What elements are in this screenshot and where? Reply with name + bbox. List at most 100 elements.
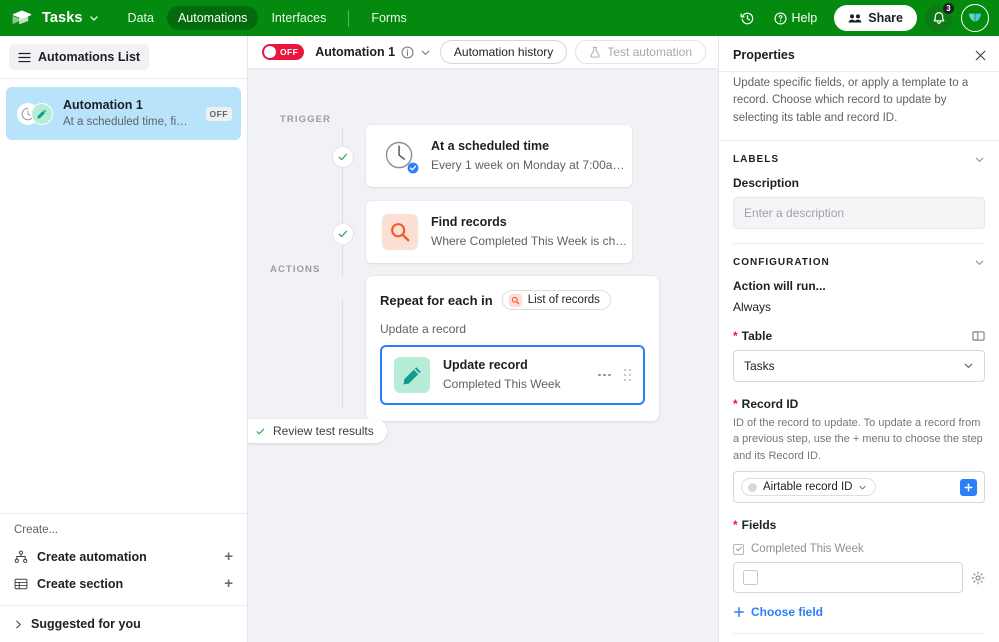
action-title: Find records xyxy=(431,215,507,230)
plus-icon xyxy=(733,606,745,618)
update-record-card-actions xyxy=(598,368,631,382)
properties-panel: Properties Update specific fields, or ap… xyxy=(718,36,999,642)
gear-icon[interactable] xyxy=(971,571,985,585)
automation-step-icons xyxy=(17,102,53,125)
properties-header: Properties xyxy=(719,36,999,72)
automation-history-button[interactable]: Automation history xyxy=(439,40,568,64)
find-records-card-text: Find records Where Completed This Week i… xyxy=(431,214,631,249)
automation-toolbar: OFF Automation 1 Automation history Test… xyxy=(248,36,718,69)
action-status-icon xyxy=(332,223,354,245)
table-grid-icon xyxy=(14,577,28,591)
test-automation-button[interactable]: Test automation xyxy=(575,40,706,64)
chevron-down-icon[interactable] xyxy=(974,154,985,165)
magnifier-icon xyxy=(382,214,418,250)
tab-forms[interactable]: Forms xyxy=(360,6,417,30)
record-id-label-text: Record ID xyxy=(741,396,799,411)
automation-name[interactable]: Automation 1 xyxy=(315,45,395,59)
suggested-label: Suggested for you xyxy=(31,617,141,631)
create-automation-button[interactable]: Create automation + xyxy=(14,543,233,570)
close-icon[interactable] xyxy=(974,49,987,62)
plus-icon[interactable]: + xyxy=(224,576,233,591)
repeat-group-header: Repeat for each in List of records xyxy=(380,290,645,310)
airtable-logo-icon[interactable] xyxy=(11,7,33,29)
tab-interfaces[interactable]: Interfaces xyxy=(260,6,337,30)
hamburger-icon xyxy=(18,52,31,63)
share-button[interactable]: Share xyxy=(834,5,917,31)
trigger-status-icon xyxy=(332,146,354,168)
blue-check-badge-icon xyxy=(407,162,419,174)
test-automation-label: Test automation xyxy=(607,45,692,59)
tab-automations[interactable]: Automations xyxy=(166,6,259,30)
user-avatar-icon[interactable] xyxy=(961,4,989,32)
chevron-down-icon[interactable] xyxy=(89,13,99,23)
action-run-value[interactable]: Always xyxy=(733,300,985,314)
status-badge: OFF xyxy=(205,106,232,121)
update-record-subtitle: Completed This Week xyxy=(443,376,561,391)
plus-icon[interactable]: + xyxy=(224,549,233,564)
repeat-source-label: List of records xyxy=(527,294,600,306)
description-input[interactable]: Enter a description xyxy=(733,196,985,229)
sidebar-footer: Create... Create automation + Create sec… xyxy=(0,513,247,642)
configuration-section-header[interactable]: CONFIGURATION xyxy=(733,257,985,268)
list-item[interactable]: Automation 1 At a scheduled time, find r… xyxy=(6,87,241,141)
base-name[interactable]: Tasks xyxy=(42,10,83,26)
chevron-down-icon[interactable] xyxy=(858,483,867,492)
record-id-token[interactable]: Airtable record ID xyxy=(741,478,877,497)
labels-heading: LABELS xyxy=(733,153,779,165)
toggle-state-label: OFF xyxy=(280,47,299,57)
chevron-down-icon xyxy=(963,360,974,371)
create-section-button[interactable]: Create section + xyxy=(14,570,233,597)
chevron-down-icon[interactable] xyxy=(974,257,985,268)
page-title: Properties xyxy=(733,48,795,62)
magnifier-icon xyxy=(508,293,522,307)
automation-enable-toggle[interactable]: OFF xyxy=(262,44,305,60)
record-id-input[interactable]: Airtable record ID xyxy=(733,471,985,504)
repeat-sub-label: Update a record xyxy=(380,322,467,336)
notification-count-badge: 3 xyxy=(942,1,955,15)
choose-field-button[interactable]: Choose field xyxy=(733,605,985,619)
ellipsis-icon[interactable] xyxy=(598,373,611,377)
expand-panel-icon[interactable] xyxy=(972,330,985,342)
record-id-help-text: ID of the record to update. To update a … xyxy=(733,416,983,462)
automations-list-button[interactable]: Automations List xyxy=(9,44,150,70)
help-button[interactable]: Help xyxy=(765,6,827,30)
table-select[interactable]: Tasks xyxy=(733,349,985,382)
repeat-group: Repeat for each in List of records Updat… xyxy=(366,276,659,421)
field-name: Completed This Week xyxy=(751,543,864,556)
record-id-token-label: Airtable record ID xyxy=(763,481,853,494)
drag-handle-icon[interactable] xyxy=(623,368,631,382)
automations-list-label: Automations List xyxy=(38,50,141,64)
chevron-down-icon[interactable] xyxy=(420,47,431,58)
question-circle-icon xyxy=(773,11,787,25)
top-nav-tabs: Data Automations Interfaces Forms xyxy=(117,6,418,30)
labels-section-header[interactable]: LABELS xyxy=(733,154,985,165)
choose-field-label: Choose field xyxy=(751,605,824,620)
review-test-results-button[interactable]: Review test results xyxy=(248,419,387,443)
info-circle-icon[interactable] xyxy=(401,46,414,59)
suggested-for-you-button[interactable]: Suggested for you xyxy=(0,605,247,642)
plus-icon[interactable] xyxy=(960,478,977,496)
field-value-input[interactable] xyxy=(733,562,963,594)
trigger-title: At a scheduled time xyxy=(431,139,550,154)
tab-data[interactable]: Data xyxy=(117,6,165,30)
automation-node-icon xyxy=(14,550,28,564)
checkbox-input[interactable] xyxy=(743,570,758,586)
pencil-icon xyxy=(31,102,53,125)
record-id-label: * Record ID xyxy=(733,397,985,411)
automations-sidebar: Automations List Automation 1 At a sched… xyxy=(0,36,248,642)
help-label: Help xyxy=(791,11,818,25)
repeat-title: Repeat for each in xyxy=(380,292,493,308)
history-clock-icon[interactable] xyxy=(735,5,761,31)
automation-item-text: Automation 1 At a scheduled time, find r… xyxy=(63,97,190,130)
green-check-icon xyxy=(255,426,266,437)
airtable-automations-app: Tasks Data Automations Interfaces Forms … xyxy=(0,0,999,642)
configuration-heading: CONFIGURATION xyxy=(733,256,830,268)
required-marker: * xyxy=(733,396,738,411)
update-record-card[interactable]: Update record Completed This Week xyxy=(380,345,645,405)
flask-icon xyxy=(589,46,601,58)
find-records-card[interactable]: Find records Where Completed This Week i… xyxy=(366,201,632,263)
trigger-card[interactable]: At a scheduled time Every 1 week on Mond… xyxy=(366,125,632,187)
notifications-button[interactable]: 3 xyxy=(925,1,955,32)
labels-section: LABELS Description Enter a description xyxy=(719,141,999,244)
repeat-source-chip[interactable]: List of records xyxy=(501,290,611,310)
